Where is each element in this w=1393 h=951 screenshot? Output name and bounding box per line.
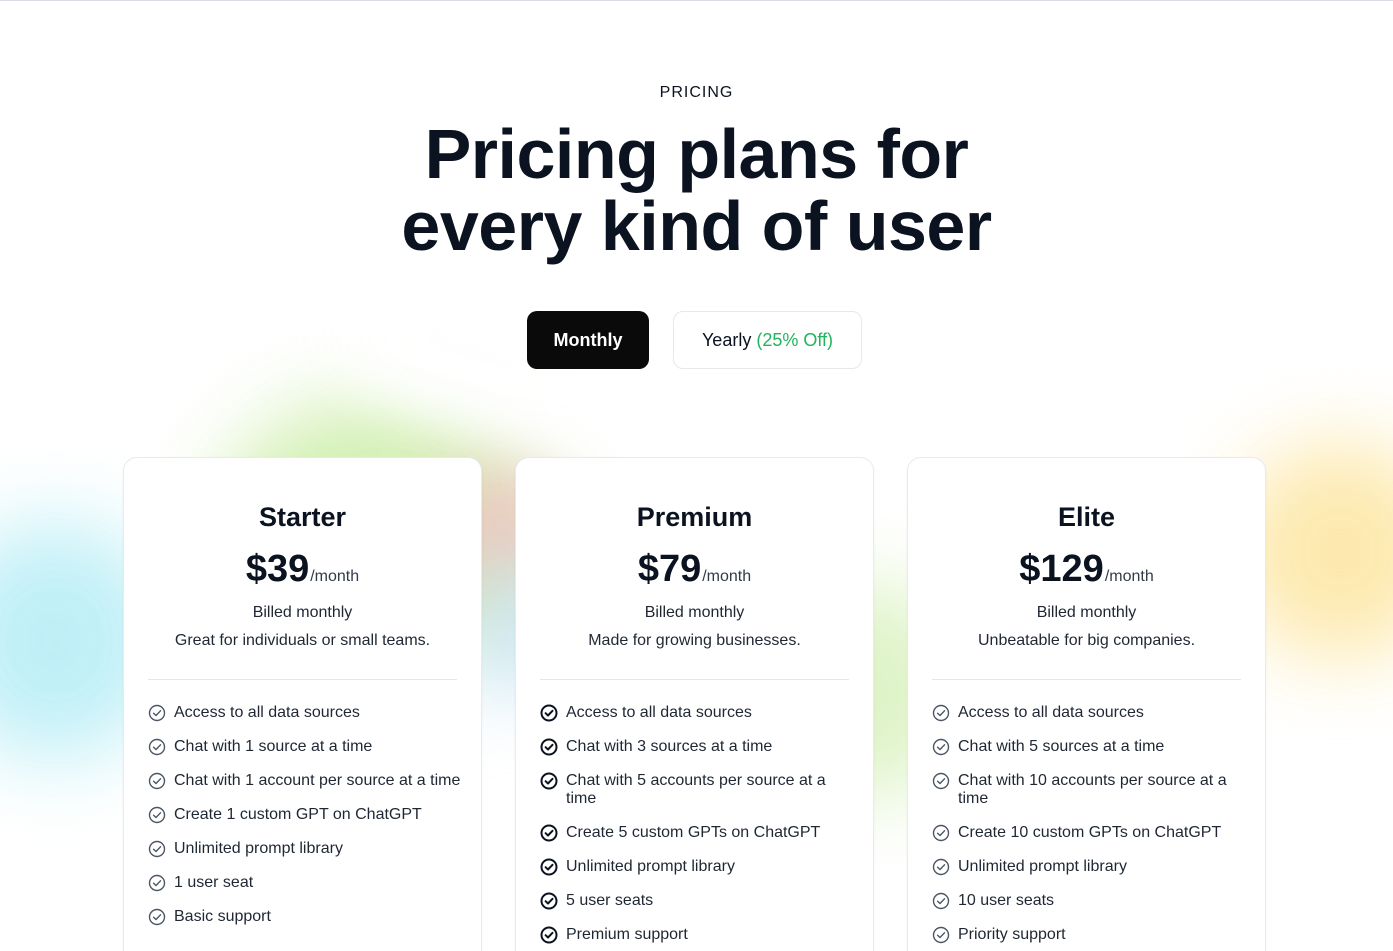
title-line-2: every kind of user: [401, 187, 992, 265]
feature-text: Access to all data sources: [174, 704, 360, 721]
divider: [148, 679, 457, 680]
feature-text: 1 user seat: [174, 874, 254, 891]
check-circle-icon: [540, 738, 558, 756]
feature-item: Create 10 custom GPTs on ChatGPT: [932, 824, 1245, 842]
feature-item: Unlimited prompt library: [540, 858, 853, 876]
feature-text: Unlimited prompt library: [958, 858, 1127, 875]
billing-note: Billed monthly: [252, 604, 353, 621]
feature-text: Chat with 10 accounts per source at a ti…: [958, 772, 1227, 807]
feature-list: Access to all data sources Chat with 3 so…: [540, 704, 853, 951]
feature-item: Create 1 custom GPT on ChatGPT: [148, 806, 461, 824]
check-circle-icon: [540, 824, 558, 842]
feature-text: Chat with 1 source at a time: [174, 738, 373, 755]
feature-list: Access to all data sources Chat with 1 so…: [148, 704, 461, 942]
plan-tagline: Made for growing businesses.: [588, 632, 801, 649]
plan-period: /month: [310, 568, 360, 585]
check-circle-icon: [540, 704, 558, 722]
feature-list: Access to all data sources Chat with 5 so…: [932, 704, 1245, 951]
check-circle-icon: [148, 874, 166, 892]
plan-price: $129: [1019, 548, 1104, 590]
feature-item: Access to all data sources: [540, 704, 853, 722]
price-row: $129/month: [908, 548, 1265, 591]
feature-item: Priority support: [932, 926, 1245, 944]
feature-item: 10 user seats: [932, 892, 1245, 910]
check-circle-icon: [932, 824, 950, 842]
feature-text: Unlimited prompt library: [174, 840, 343, 857]
section-eyebrow: PRICING: [659, 84, 734, 101]
feature-text: Chat with 5 sources at a time: [958, 738, 1165, 755]
feature-text: Create 10 custom GPTs on ChatGPT: [958, 824, 1222, 841]
feature-text: Unlimited prompt library: [566, 858, 735, 875]
feature-text: Chat with 5 accounts per source at a tim…: [566, 772, 826, 807]
feature-item: Access to all data sources: [932, 704, 1245, 722]
divider: [540, 679, 849, 680]
check-circle-icon: [932, 892, 950, 910]
feature-item: Chat with 1 source at a time: [148, 738, 461, 756]
price-row: $79/month: [516, 548, 873, 591]
billing-note: Billed monthly: [1036, 604, 1137, 621]
check-circle-icon: [148, 738, 166, 756]
check-circle-icon: [540, 892, 558, 910]
billing-note: Billed monthly: [644, 604, 745, 621]
feature-item: Chat with 3 sources at a time: [540, 738, 853, 756]
plan-price: $39: [245, 548, 310, 590]
check-circle-icon: [148, 840, 166, 858]
feature-item: Premium support: [540, 926, 853, 944]
check-circle-icon: [540, 858, 558, 876]
feature-text: Create 1 custom GPT on ChatGPT: [174, 806, 422, 823]
check-circle-icon: [932, 858, 950, 876]
feature-text: Chat with 1 account per source at a time: [174, 772, 461, 789]
title-line-1: Pricing plans for: [424, 115, 969, 193]
page-title: Pricing plans for every kind of user: [0, 118, 1393, 262]
billing-yearly-button[interactable]: Yearly (25% Off): [673, 311, 862, 369]
divider: [932, 679, 1241, 680]
check-circle-icon: [540, 926, 558, 944]
check-circle-icon: [148, 772, 166, 790]
plan-tagline: Unbeatable for big companies.: [977, 632, 1196, 649]
plan-card-starter: Starter $39/month Billed monthly Great for …: [123, 457, 482, 951]
feature-text: Access to all data sources: [566, 704, 752, 721]
feature-item: 1 user seat: [148, 874, 461, 892]
feature-item: Access to all data sources: [148, 704, 461, 722]
feature-item: Basic support: [148, 908, 461, 926]
yearly-discount-badge: (25% Off): [756, 329, 834, 350]
check-circle-icon: [932, 738, 950, 756]
plan-price: $79: [637, 548, 702, 590]
billing-yearly-label: Yearly: [701, 329, 752, 350]
billing-monthly-button[interactable]: Monthly: [527, 311, 649, 369]
plan-name: Elite: [1057, 502, 1116, 532]
price-row: $39/month: [124, 548, 481, 591]
check-circle-icon: [148, 806, 166, 824]
feature-text: Chat with 3 sources at a time: [566, 738, 773, 755]
check-circle-icon: [148, 908, 166, 926]
feature-text: Premium support: [566, 926, 688, 943]
plan-card-premium: Premium $79/month Billed monthly Made for g…: [515, 457, 874, 951]
feature-text: Create 5 custom GPTs on ChatGPT: [566, 824, 821, 841]
feature-text: Access to all data sources: [958, 704, 1144, 721]
feature-item: Create 5 custom GPTs on ChatGPT: [540, 824, 853, 842]
feature-text: 5 user seats: [566, 892, 654, 909]
plan-name: Premium: [636, 502, 753, 532]
plan-period: /month: [1104, 568, 1154, 585]
feature-item: Chat with 5 accounts per source at a tim…: [540, 772, 853, 808]
feature-text: Basic support: [174, 908, 271, 925]
plan-name: Starter: [258, 502, 347, 532]
check-circle-icon: [148, 704, 166, 722]
plan-tagline: Great for individuals or small teams.: [174, 632, 431, 649]
check-circle-icon: [932, 926, 950, 944]
feature-item: Chat with 1 account per source at a time: [148, 772, 461, 790]
check-circle-icon: [932, 704, 950, 722]
feature-item: Chat with 10 accounts per source at a ti…: [932, 772, 1245, 808]
check-circle-icon: [540, 772, 558, 790]
feature-item: Unlimited prompt library: [148, 840, 461, 858]
feature-item: Unlimited prompt library: [932, 858, 1245, 876]
plan-period: /month: [702, 568, 752, 585]
feature-text: 10 user seats: [958, 892, 1055, 909]
check-circle-icon: [932, 772, 950, 790]
plan-card-elite: Elite $129/month Billed monthly Unbeatable …: [907, 457, 1266, 951]
feature-item: 5 user seats: [540, 892, 853, 910]
feature-text: Priority support: [958, 926, 1066, 943]
feature-item: Chat with 5 sources at a time: [932, 738, 1245, 756]
